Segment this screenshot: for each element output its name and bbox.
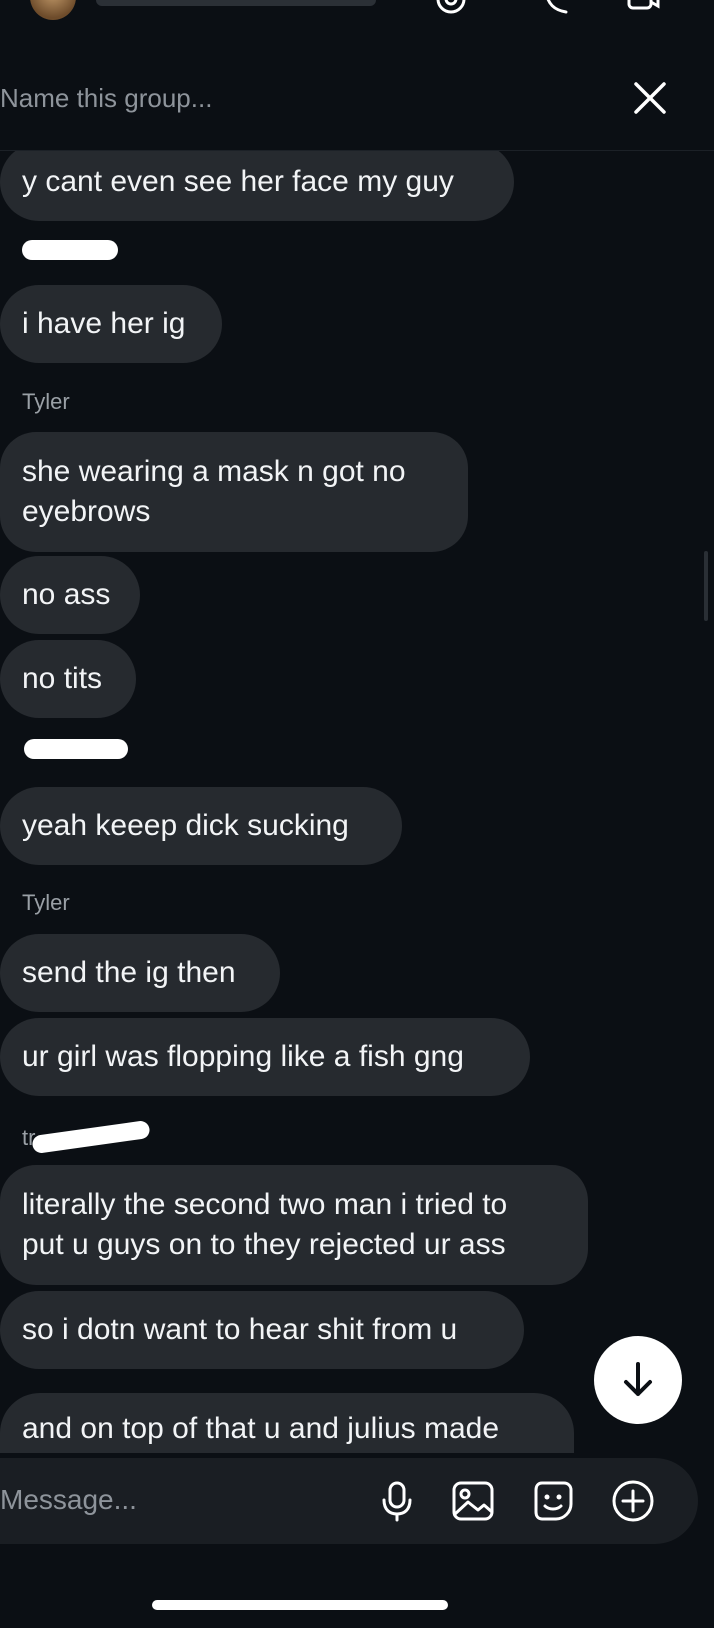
- message-text: y cant even see her face my guy: [22, 165, 454, 198]
- group-avatar[interactable]: [30, 0, 76, 20]
- message-text: ur girl was flopping like a fish gng: [22, 1040, 464, 1073]
- sender-name: Tyler: [22, 389, 70, 414]
- message-bubble[interactable]: she wearing a mask n got no eyebrows: [0, 432, 468, 552]
- redacted-sender-name: [22, 240, 118, 260]
- message-bubble[interactable]: ur girl was flopping like a fish gng: [0, 1018, 530, 1096]
- message-bubble[interactable]: and on top of that u and julius made: [0, 1393, 574, 1453]
- message-text: send the ig then: [22, 956, 236, 989]
- message-text: literally the second two man i tried to …: [22, 1188, 508, 1261]
- message-text: she wearing a mask n got no eyebrows: [22, 455, 406, 528]
- message-bubble[interactable]: no ass: [0, 556, 140, 634]
- sender-name: Tyler: [22, 890, 70, 915]
- redacted-sender-name: [31, 1119, 151, 1155]
- message-text: no tits: [22, 662, 103, 695]
- scroll-to-bottom-button[interactable]: [594, 1336, 682, 1424]
- message-text: so i dotn want to hear shit from u: [22, 1313, 458, 1346]
- message-bubble[interactable]: yeah keeep dick sucking: [0, 787, 402, 865]
- group-title-cropped[interactable]: [96, 0, 376, 6]
- message-text: i have her ig: [22, 307, 186, 340]
- message-input[interactable]: [0, 1478, 360, 1522]
- plus-circle-icon[interactable]: [610, 1478, 656, 1524]
- home-indicator[interactable]: [152, 1600, 448, 1610]
- message-bubble[interactable]: i have her ig: [0, 285, 222, 363]
- message-text: no ass: [22, 578, 111, 611]
- message-bubble[interactable]: so i dotn want to hear shit from u: [0, 1291, 524, 1369]
- message-text: and on top of that u and julius made: [22, 1412, 500, 1445]
- message-bubble[interactable]: literally the second two man i tried to …: [0, 1165, 588, 1285]
- phone-icon[interactable]: [540, 0, 574, 16]
- message-list[interactable]: y cant even see her face my guy i have h…: [0, 151, 714, 1453]
- arrow-down-icon: [624, 1362, 652, 1396]
- close-icon[interactable]: [630, 78, 670, 118]
- redacted-sender-name: [24, 739, 128, 759]
- scrollbar[interactable]: [704, 551, 708, 621]
- message-bubble[interactable]: send the ig then: [0, 934, 280, 1012]
- microphone-icon[interactable]: [374, 1478, 420, 1524]
- image-icon[interactable]: [450, 1478, 496, 1524]
- message-text: yeah keeep dick sucking: [22, 809, 349, 842]
- message-bubble[interactable]: y cant even see her face my guy: [0, 151, 514, 221]
- sticker-icon[interactable]: [530, 1478, 576, 1524]
- video-icon[interactable]: [626, 0, 660, 16]
- message-bubble[interactable]: no tits: [0, 640, 136, 718]
- group-name-input[interactable]: [0, 76, 560, 120]
- mention-icon[interactable]: [434, 0, 468, 16]
- top-header: [0, 0, 714, 45]
